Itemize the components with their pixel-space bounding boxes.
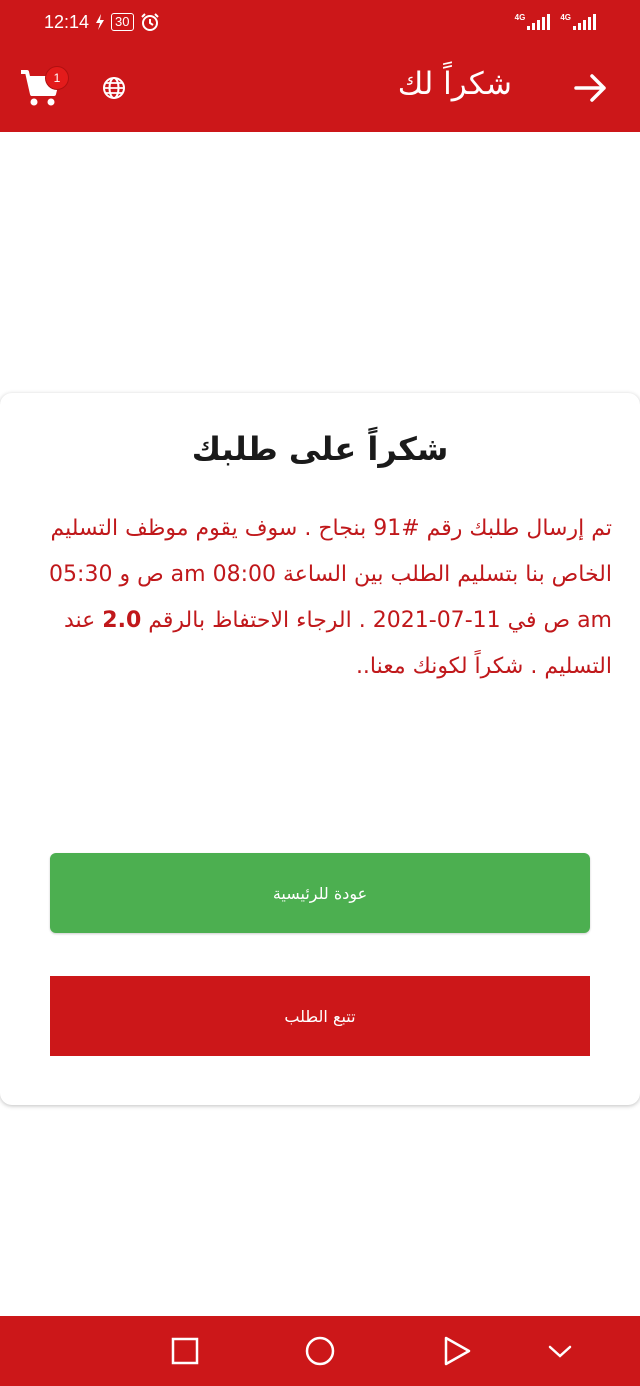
signal-icon: 4G: [560, 14, 596, 30]
back-home-label: عودة للرئيسية: [272, 883, 368, 903]
status-bar: 12:14 30 4G 4G: [0, 0, 640, 44]
status-left: 12:14 30: [44, 12, 160, 33]
battery-icon: 30: [111, 13, 134, 31]
page-title: شكراً لك: [397, 66, 512, 102]
chevron-down-icon[interactable]: [543, 1334, 577, 1368]
cart-count-badge: 1: [45, 66, 69, 90]
network-type-2: 4G: [560, 13, 571, 22]
track-order-label: تتبع الطلب: [284, 1006, 356, 1026]
track-order-button[interactable]: تتبع الطلب: [50, 976, 590, 1056]
triangle-back-icon[interactable]: [440, 1334, 474, 1368]
alarm-icon: [140, 13, 159, 31]
back-arrow-icon[interactable]: [570, 68, 610, 108]
signal-icon: 4G: [515, 14, 551, 30]
circle-icon[interactable]: [303, 1334, 337, 1368]
globe-icon[interactable]: [102, 76, 126, 100]
back-home-button[interactable]: عودة للرئيسية: [50, 853, 590, 933]
card-title: شكراً على طلبك: [191, 430, 449, 468]
order-message-bold: 2.0: [102, 608, 142, 633]
square-icon[interactable]: [168, 1334, 202, 1368]
status-time: 12:14: [44, 11, 90, 32]
charging-icon: [96, 14, 105, 30]
system-nav-bar: [0, 1316, 640, 1386]
app-bar: شكراً لك 1: [0, 44, 640, 132]
order-message: تم إرسال طلبك رقم #91 بنجاح . سوف يقوم م…: [30, 506, 612, 690]
network-type-1: 4G: [514, 13, 526, 22]
status-right: 4G 4G: [515, 14, 596, 30]
